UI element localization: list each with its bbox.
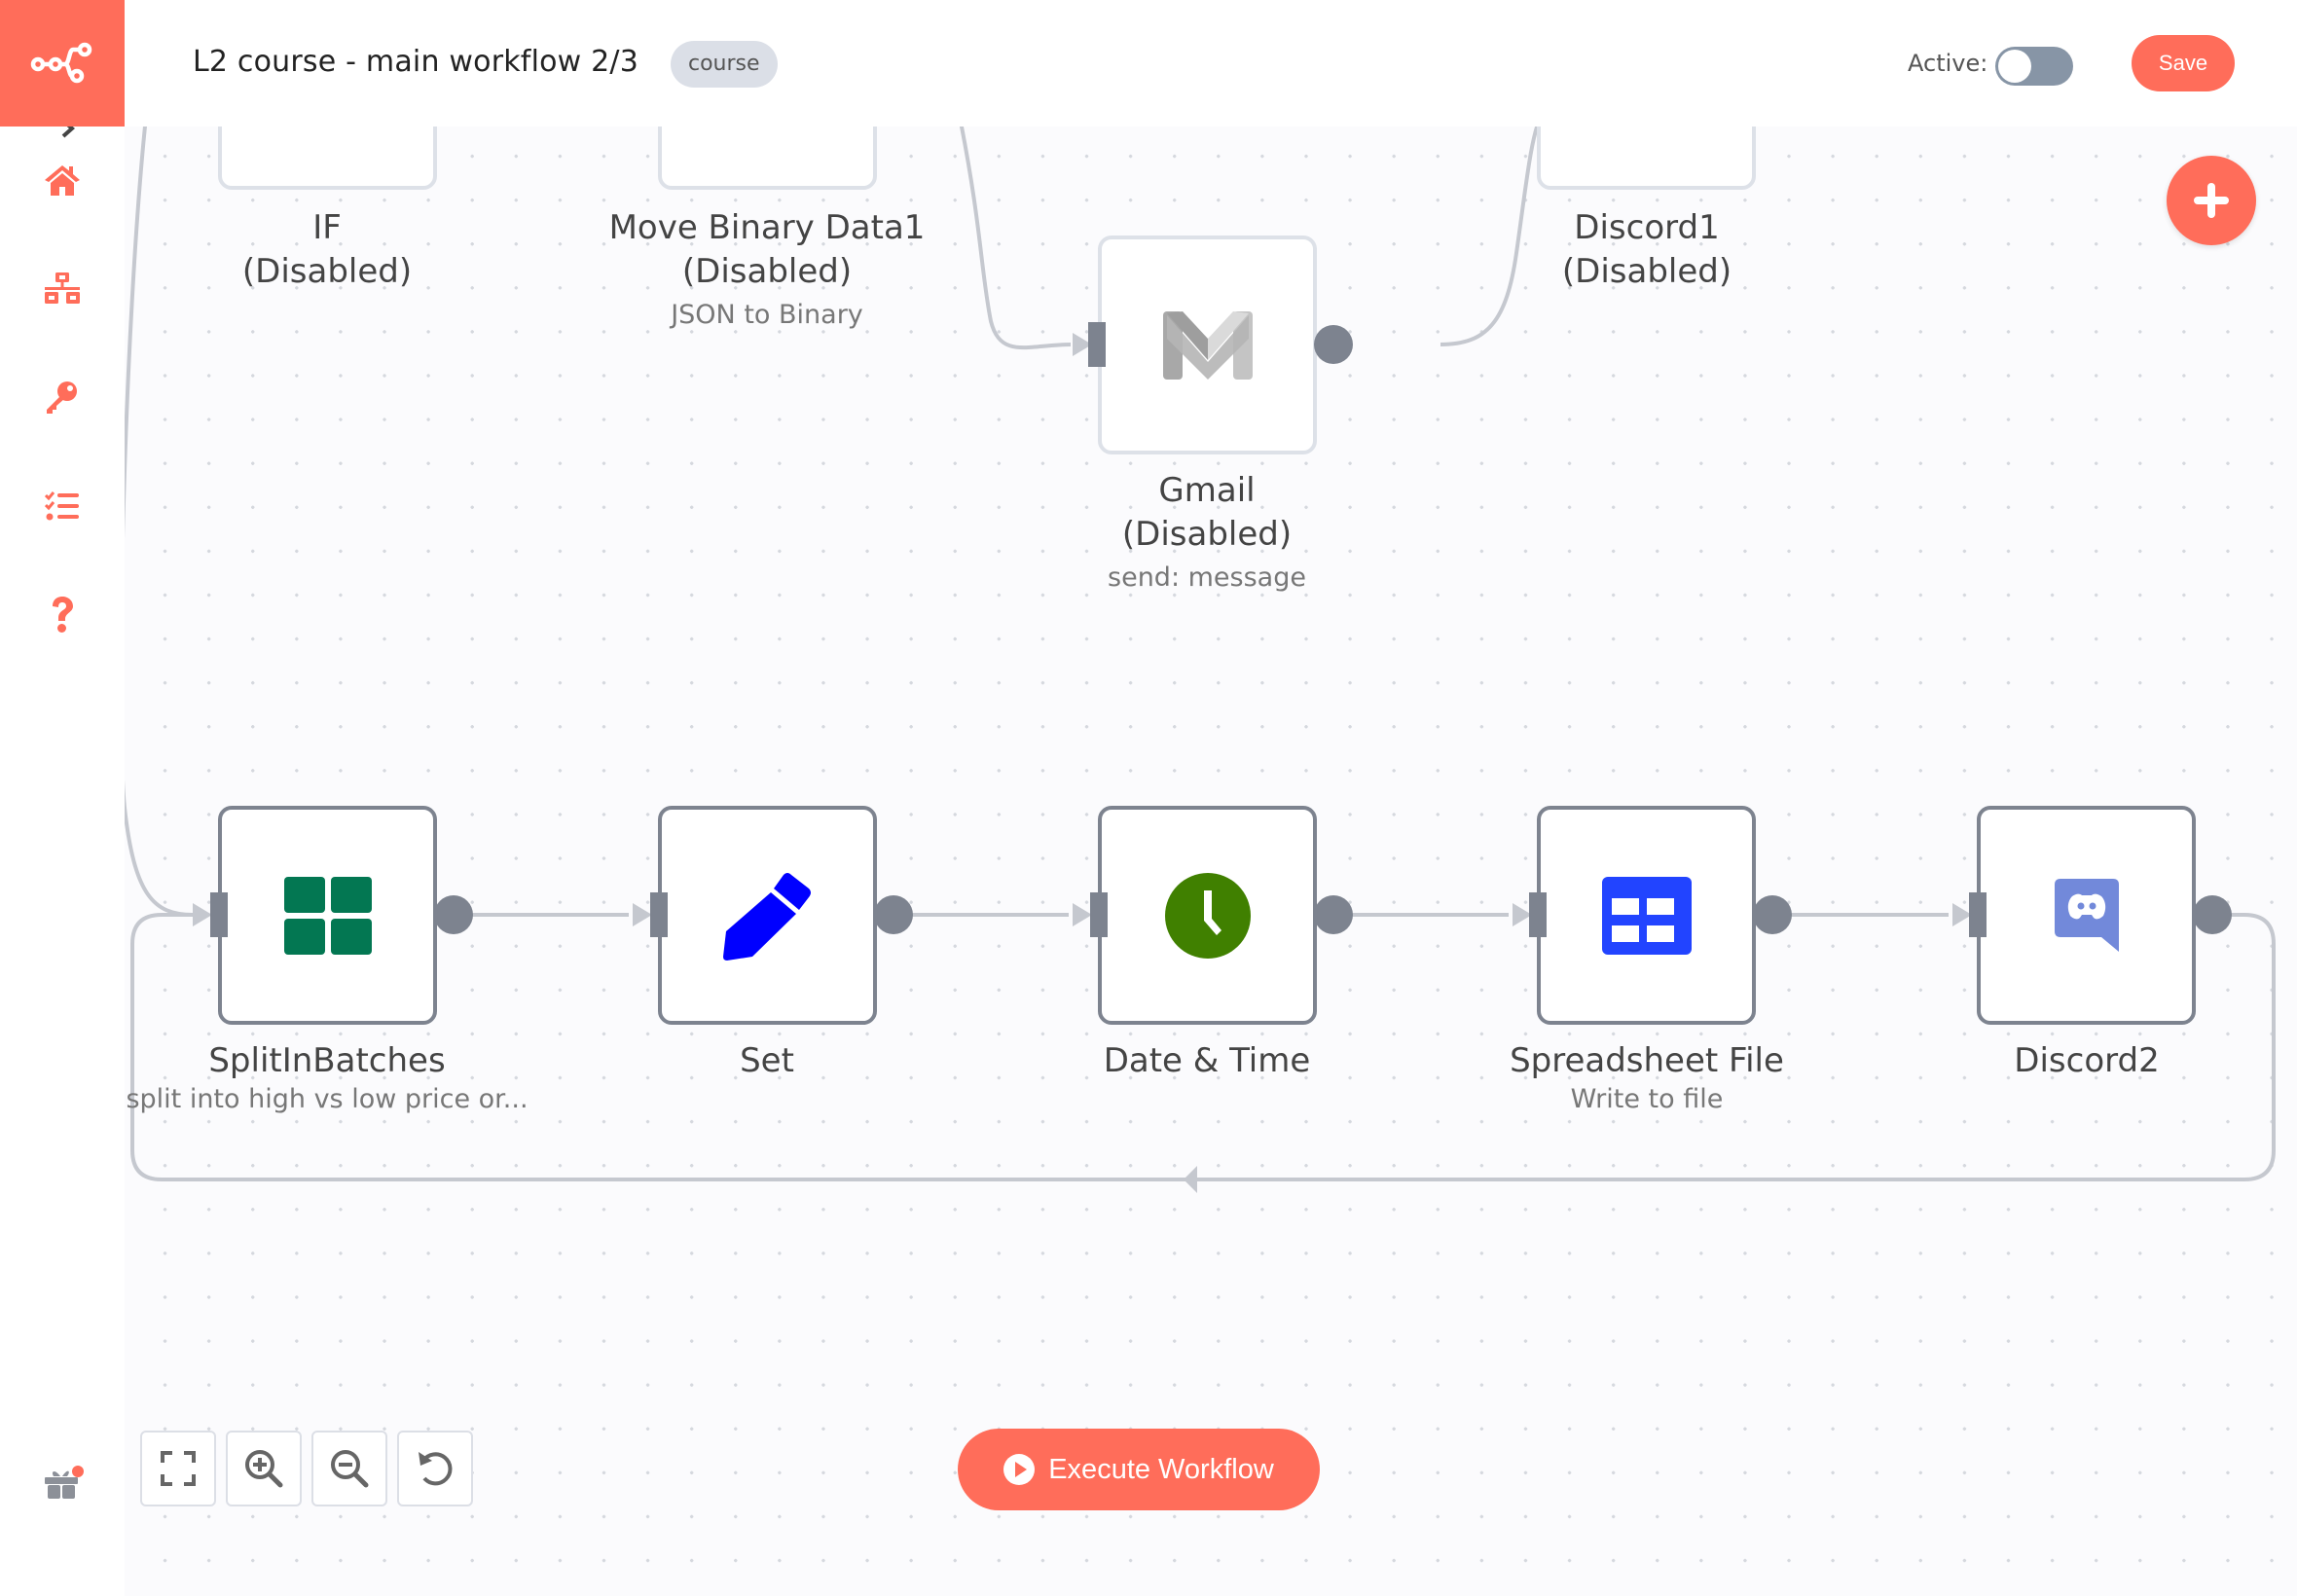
output-port[interactable]	[2193, 895, 2232, 934]
n8n-logo-icon	[30, 42, 92, 84]
zoom-in-button[interactable]	[226, 1431, 302, 1506]
arrow-head	[633, 903, 652, 926]
home-icon	[45, 165, 80, 196]
gift-icon	[45, 1466, 84, 1499]
input-port[interactable]	[650, 892, 668, 937]
node-name: Set	[740, 1041, 794, 1080]
input-port[interactable]	[1088, 322, 1106, 367]
node-move-binary-data1[interactable]	[658, 127, 877, 190]
node-splitinbatches[interactable]	[218, 806, 437, 1025]
workflow-title[interactable]: L2 course - main workflow 2/3	[193, 45, 638, 79]
output-port[interactable]	[434, 895, 473, 934]
arrow-head	[1184, 1166, 1197, 1193]
output-port[interactable]	[1753, 895, 1792, 934]
undo-icon	[419, 1452, 453, 1486]
fullscreen-icon	[161, 1451, 196, 1486]
zoom-in-icon	[245, 1450, 283, 1488]
sidebar-item-executions[interactable]	[33, 477, 91, 535]
key-icon	[47, 381, 77, 414]
pencil-icon	[722, 872, 811, 961]
node-label: Gmail (Disabled)	[1003, 469, 1411, 557]
split-in-batches-icon	[283, 876, 372, 955]
input-port[interactable]	[1969, 892, 1987, 937]
reset-zoom-button[interactable]	[397, 1431, 473, 1506]
node-date-time[interactable]	[1098, 806, 1317, 1025]
node-set[interactable]	[658, 806, 877, 1025]
notification-dot	[72, 1466, 84, 1477]
node-discord2[interactable]	[1977, 806, 2196, 1025]
tag-badge[interactable]: course	[671, 41, 778, 88]
node-name: IF	[312, 208, 342, 247]
n8n-editor: L2 course - main workflow 2/3 course Act…	[0, 0, 2297, 1596]
active-toggle[interactable]	[1995, 47, 2073, 86]
node-status: (Disabled)	[681, 252, 853, 291]
spreadsheet-icon	[1601, 876, 1692, 955]
sidebar-item-help[interactable]	[33, 586, 91, 644]
sidebar-item-workflows[interactable]	[33, 260, 91, 318]
input-port[interactable]	[210, 892, 228, 937]
node-name: Discord1	[1574, 208, 1720, 247]
workflow-canvas[interactable]: false IF (Disabled) Move Binary Data1 (D…	[125, 127, 2297, 1596]
node-subtitle: JSON to Binary	[671, 300, 863, 330]
play-circle-icon	[1003, 1454, 1036, 1485]
save-button[interactable]: Save	[2132, 35, 2235, 91]
node-subtitle: Write to file	[1570, 1084, 1724, 1114]
discord-icon	[2054, 878, 2119, 952]
input-port[interactable]	[1529, 892, 1547, 937]
input-port[interactable]	[1090, 892, 1108, 937]
sidebar-item-home[interactable]	[33, 151, 91, 209]
node-status: (Disabled)	[1561, 252, 1732, 291]
execute-workflow-button[interactable]: Execute Workflow	[958, 1429, 1320, 1510]
zoom-to-fit-button[interactable]	[140, 1431, 216, 1506]
node-name: SplitInBatches	[208, 1041, 446, 1080]
sidebar-item-credentials[interactable]	[33, 368, 91, 426]
node-name: Gmail	[1158, 471, 1256, 510]
gmail-icon	[1162, 310, 1253, 380]
node-status: (Disabled)	[241, 252, 413, 291]
node-spreadsheet-file[interactable]	[1537, 806, 1756, 1025]
node-label: Move Binary Data1 (Disabled)	[563, 206, 971, 294]
zoom-out-icon	[331, 1450, 369, 1488]
toggle-knob	[1998, 50, 2031, 83]
node-name: Move Binary Data1	[608, 208, 926, 247]
node-discord1[interactable]	[1537, 127, 1756, 190]
clock-icon	[1164, 872, 1251, 959]
node-gmail[interactable]	[1098, 236, 1317, 454]
active-label: Active:	[1908, 50, 1988, 77]
execute-label: Execute Workflow	[1048, 1453, 1274, 1485]
zoom-out-button[interactable]	[311, 1431, 387, 1506]
node-name: Spreadsheet File	[1510, 1041, 1784, 1080]
output-port[interactable]	[1314, 895, 1353, 934]
node-name: Date & Time	[1103, 1041, 1311, 1080]
node-subtitle: split into high vs low price or...	[126, 1084, 529, 1114]
updates-button[interactable]	[39, 1458, 88, 1506]
output-port[interactable]	[1314, 325, 1353, 364]
sidebar	[0, 109, 125, 1596]
question-icon	[53, 597, 73, 633]
node-status: (Disabled)	[1121, 515, 1293, 554]
zoom-controls	[140, 1431, 473, 1506]
node-label: Discord1 (Disabled)	[1442, 206, 1851, 294]
arrow-head	[193, 903, 212, 926]
logo[interactable]	[0, 0, 125, 127]
output-port[interactable]	[874, 895, 913, 934]
node-subtitle: send: message	[1108, 562, 1306, 593]
node-if[interactable]	[218, 127, 437, 190]
tasks-icon	[45, 491, 79, 521]
plus-icon	[2194, 183, 2229, 218]
top-header: L2 course - main workflow 2/3 course Act…	[0, 0, 2297, 127]
node-label: IF (Disabled)	[125, 206, 531, 294]
node-name: Discord2	[2014, 1041, 2160, 1080]
add-node-button[interactable]	[2167, 156, 2256, 245]
arrow-head	[1073, 903, 1092, 926]
network-icon	[45, 272, 80, 304]
